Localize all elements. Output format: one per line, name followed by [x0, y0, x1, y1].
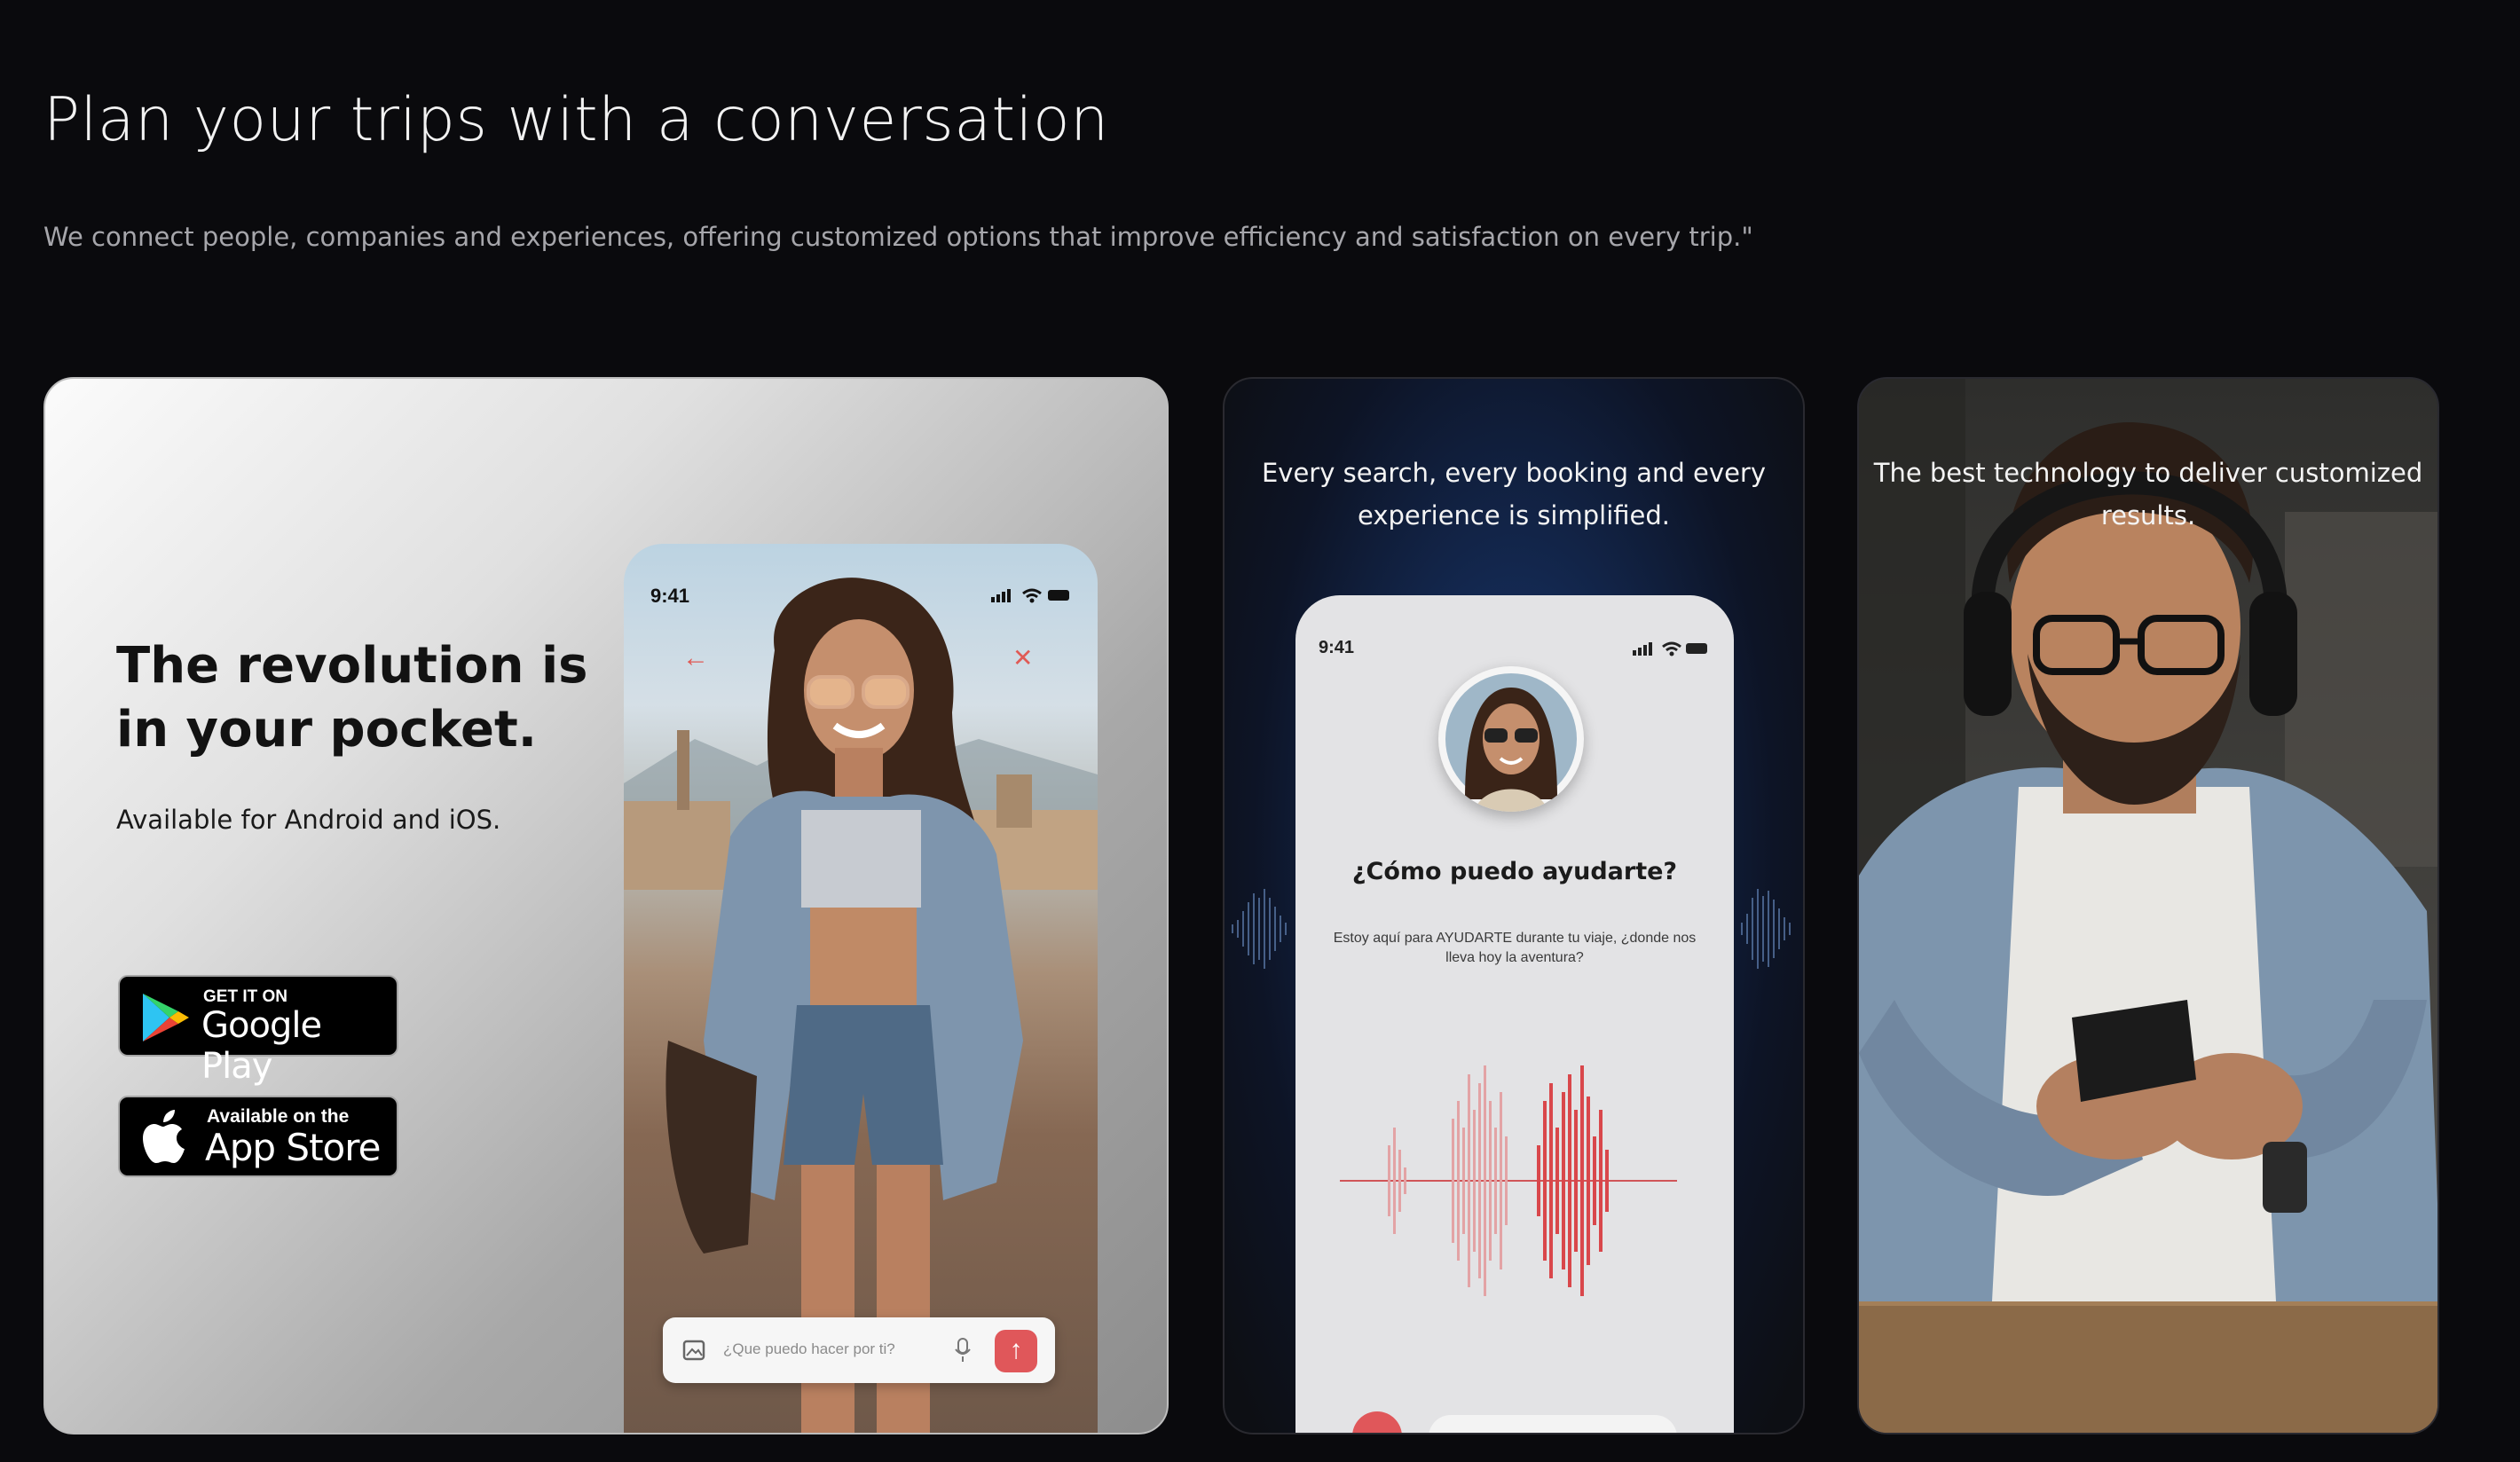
voice-card-caption: Every search, every booking and every ex… [1261, 458, 1766, 531]
technology-card-caption: The best technology to deliver customize… [1873, 458, 2423, 531]
google-play-button[interactable]: GET IT ON Google Play [118, 975, 398, 1087]
page-subtitle: We connect people, companies and experie… [43, 222, 1753, 252]
voice-waveform [1340, 1065, 1677, 1296]
card-headline: The revolution is in your pocket. [116, 637, 588, 759]
phone-mockup: 9:41 ← ✕ ¿Que puedo hacer por ti? ↑ [624, 544, 1098, 1433]
record-button[interactable] [1352, 1411, 1402, 1433]
arrow-up-icon: ↑ [1009, 1335, 1023, 1364]
app-store-button[interactable]: Available on the App Store [118, 1096, 398, 1177]
status-time: 9:41 [650, 585, 690, 607]
left-sound-wave [1232, 889, 1287, 969]
assistant-description: Estoy aquí para AYUDARTE durante tu viaj… [1333, 931, 1697, 965]
chat-input-bar[interactable]: ¿Que puedo hacer por ti? ↑ [663, 1317, 1055, 1383]
woman-photo [665, 578, 1023, 1433]
back-arrow-icon[interactable]: ← [682, 643, 709, 673]
close-icon[interactable]: ✕ [1012, 643, 1033, 672]
assistant-question: ¿Cómo puedo ayudarte? [1351, 858, 1678, 885]
status-icons [991, 588, 1069, 603]
right-sound-wave [1741, 889, 1791, 969]
page-title: Plan your trips with a conversation [43, 85, 1109, 155]
send-button[interactable]: ↑ [995, 1330, 1037, 1372]
google-play-big-label: Google Play [201, 1005, 322, 1087]
status-time: 9:41 [1319, 638, 1355, 657]
man-with-phone-photo [1859, 379, 2437, 1433]
app-store-big-label: App Store [205, 1126, 381, 1169]
assistant-avatar [1438, 666, 1584, 812]
availability-text: Available for Android and iOS. [116, 805, 501, 835]
google-play-small-label: GET IT ON [203, 987, 287, 1006]
technology-card: The best technology to deliver customize… [1857, 377, 2439, 1434]
assistant-face-image [1445, 673, 1577, 812]
voice-assistant-card: Every search, every booking and every ex… [1223, 377, 1805, 1434]
google-play-icon [143, 994, 189, 1041]
chat-placeholder: ¿Que puedo hacer por ti? [723, 1340, 895, 1357]
voice-phone-mockup: 9:41 ¿Cómo puedo ayudarte? Estoy aquí pa… [1295, 595, 1734, 1433]
apple-icon [143, 1110, 185, 1163]
app-store-small-label: Available on the [207, 1106, 350, 1127]
image-attach-icon[interactable] [682, 1339, 705, 1362]
bottom-input-pill[interactable] [1429, 1415, 1677, 1433]
status-icons [1633, 641, 1707, 656]
microphone-icon[interactable] [954, 1337, 972, 1364]
app-download-card: The revolution is in your pocket. Availa… [43, 377, 1169, 1434]
